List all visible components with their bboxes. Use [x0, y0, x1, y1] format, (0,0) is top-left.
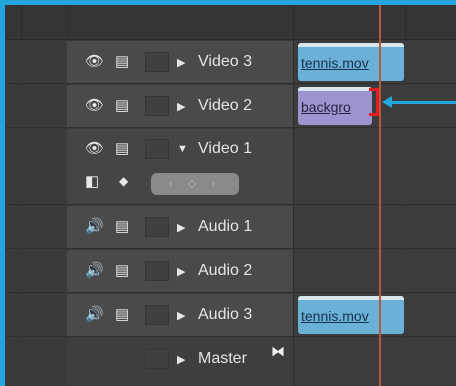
- speaker-icon[interactable]: 🔊: [85, 263, 104, 279]
- keyframe-navigator[interactable]: ‹ ◇ ›: [151, 173, 239, 195]
- display-style-icon[interactable]: ◧: [85, 174, 99, 190]
- track-lane-audio2[interactable]: [294, 250, 456, 293]
- track-lane-audio1[interactable]: [294, 206, 456, 249]
- bowtie-icon[interactable]: ⧓: [271, 343, 285, 360]
- track-lock-slot[interactable]: [145, 217, 169, 237]
- film-strip-icon[interactable]: ▤: [115, 98, 129, 114]
- clip-background-video[interactable]: backgro: [298, 87, 372, 125]
- playhead[interactable]: [379, 5, 381, 386]
- callout-line: [385, 101, 456, 104]
- eye-icon[interactable]: 👁: [85, 54, 104, 70]
- track-name: Audio 2: [198, 262, 253, 279]
- timeline-ruler[interactable]: [5, 5, 456, 40]
- track-header-audio2[interactable]: 🔊 ▤ ▶ Audio 2: [67, 250, 293, 293]
- track-name: Audio 3: [198, 306, 253, 323]
- film-strip-icon[interactable]: ▤: [115, 219, 129, 235]
- triangle-right-icon[interactable]: ▶: [177, 100, 185, 113]
- triangle-right-icon[interactable]: ▶: [177, 265, 185, 278]
- track-lock-slot[interactable]: [145, 139, 169, 159]
- keyframe-diamond-icon[interactable]: ◆: [119, 173, 128, 189]
- track-gutter: [5, 294, 67, 337]
- track-name: Audio 1: [198, 218, 253, 235]
- track-gutter: [5, 206, 67, 249]
- triangle-right-icon[interactable]: ▶: [177, 56, 185, 69]
- eye-icon[interactable]: 👁: [85, 141, 104, 157]
- track-lock-slot[interactable]: [145, 305, 169, 325]
- track-header-audio1[interactable]: 🔊 ▤ ▶ Audio 1: [67, 206, 293, 249]
- track-header-video3[interactable]: 👁 ▤ ▶ Video 3: [67, 41, 293, 84]
- track-lane-video3[interactable]: tennis.mov: [294, 41, 456, 84]
- triangle-right-icon[interactable]: ▶: [177, 221, 185, 234]
- track-header-audio3[interactable]: 🔊 ▤ ▶ Audio 3: [67, 294, 293, 337]
- track-name: Video 1: [198, 140, 252, 157]
- track-gutter: [5, 85, 67, 128]
- edit-point-marker[interactable]: [369, 88, 379, 116]
- clip-tennis-audio[interactable]: tennis.mov: [298, 296, 404, 334]
- track-lane-video1[interactable]: [294, 129, 456, 205]
- track-gutter: [5, 41, 67, 84]
- speaker-icon[interactable]: 🔊: [85, 219, 104, 235]
- track-gutter: [5, 338, 67, 386]
- track-name: Master: [198, 350, 247, 367]
- eye-icon[interactable]: 👁: [85, 98, 104, 114]
- track-header-master[interactable]: ▶ Master: [67, 338, 293, 386]
- track-lock-slot[interactable]: [145, 261, 169, 281]
- film-strip-icon[interactable]: ▤: [115, 141, 129, 157]
- film-strip-icon[interactable]: ▤: [115, 263, 129, 279]
- speaker-icon[interactable]: 🔊: [85, 307, 104, 323]
- track-lock-slot[interactable]: [145, 96, 169, 116]
- track-name: Video 3: [198, 53, 252, 70]
- film-strip-icon[interactable]: ▤: [115, 307, 129, 323]
- track-gutter: [5, 129, 67, 205]
- triangle-right-icon[interactable]: ▶: [177, 353, 185, 366]
- track-lane-audio3[interactable]: tennis.mov: [294, 294, 456, 337]
- track-lock-slot[interactable]: [145, 349, 169, 369]
- track-header-video2[interactable]: 👁 ▤ ▶ Video 2: [67, 85, 293, 128]
- timeline-panel: 👁 ▤ ▶ Video 3 tennis.mov 👁 ▤ ▶ Video 2 b…: [0, 0, 456, 386]
- triangle-right-icon[interactable]: ▶: [177, 309, 185, 322]
- clip-tennis-video[interactable]: tennis.mov: [298, 43, 404, 81]
- film-strip-icon[interactable]: ▤: [115, 54, 129, 70]
- triangle-down-icon[interactable]: ▼: [177, 143, 188, 155]
- track-gutter: [5, 250, 67, 293]
- track-lane-master[interactable]: [294, 338, 456, 386]
- track-lock-slot[interactable]: [145, 52, 169, 72]
- track-name: Video 2: [198, 97, 252, 114]
